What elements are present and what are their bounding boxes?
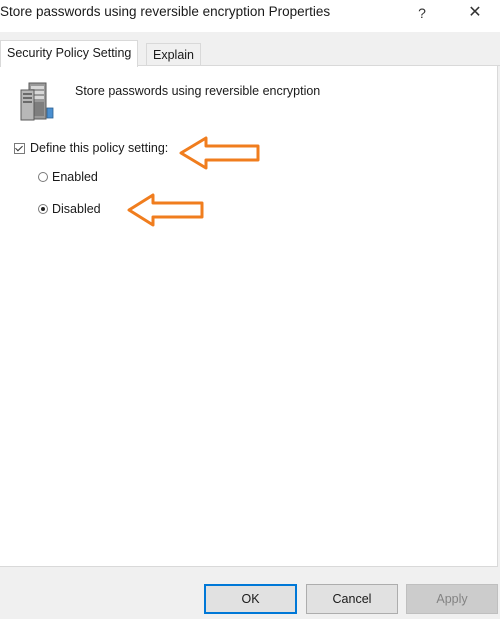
- tab-explain[interactable]: Explain: [146, 43, 201, 66]
- apply-button[interactable]: Apply: [406, 584, 498, 614]
- window-title: Store passwords using reversible encrypt…: [0, 4, 331, 19]
- close-button[interactable]: ✕: [462, 2, 488, 26]
- orange-arrow-icon: [127, 193, 204, 227]
- define-policy-checkbox[interactable]: [14, 142, 25, 154]
- define-policy-label[interactable]: Define this policy setting:: [30, 141, 168, 155]
- enabled-radio[interactable]: [38, 172, 48, 182]
- orange-arrow-icon: [179, 136, 260, 170]
- title-bar: Store passwords using reversible encrypt…: [0, 0, 500, 32]
- help-button[interactable]: ?: [410, 2, 434, 26]
- enabled-label[interactable]: Enabled: [52, 170, 98, 184]
- tab-security-policy-setting[interactable]: Security Policy Setting: [0, 40, 139, 67]
- enabled-option[interactable]: Enabled: [38, 168, 98, 186]
- ok-button[interactable]: OK: [204, 584, 297, 614]
- disabled-option[interactable]: Disabled: [38, 200, 101, 218]
- server-icon: [20, 82, 54, 121]
- disabled-radio[interactable]: [38, 204, 48, 214]
- cancel-button[interactable]: Cancel: [306, 584, 398, 614]
- define-policy-setting-row[interactable]: Define this policy setting:: [14, 139, 168, 157]
- disabled-label[interactable]: Disabled: [52, 202, 101, 216]
- policy-name: Store passwords using reversible encrypt…: [75, 84, 321, 98]
